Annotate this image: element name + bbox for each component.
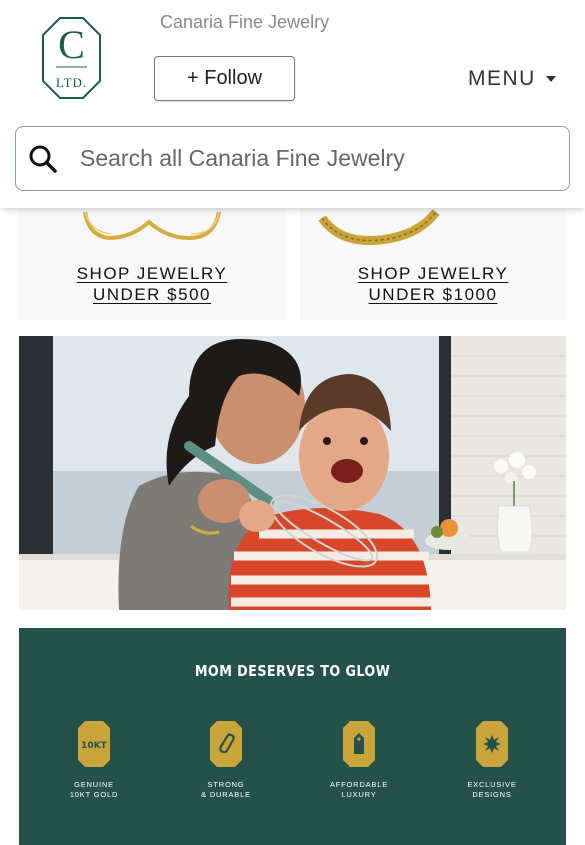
starburst-icon (476, 721, 508, 767)
feature-affordable-luxury: AFFORDABLE LUXURY (304, 720, 414, 800)
tile-label-line2[interactable]: UNDER $1000 (369, 284, 498, 305)
promo-section: MOM DESERVES TO GLOW 10KT GENUINE 10KT G… (19, 628, 566, 845)
caret-down-icon (545, 76, 556, 82)
badge-text: 10KT (81, 741, 107, 751)
search-input[interactable] (80, 145, 569, 172)
price-tag-icon (343, 721, 375, 767)
menu-label: MENU (468, 67, 536, 90)
mother-child-kitchen-image (19, 336, 566, 610)
chain-ring-image (318, 209, 440, 246)
hero-photo[interactable] (19, 336, 566, 610)
brand-name[interactable]: Canaria Fine Jewelry (160, 12, 329, 33)
store-header: C LTD. Canaria Fine Jewelry + Follow MEN… (0, 0, 585, 208)
feature-genuine-gold: 10KT GENUINE 10KT GOLD (39, 720, 149, 800)
feature-label: EXCLUSIVE DESIGNS (467, 780, 517, 799)
logo-letter: C (58, 22, 85, 67)
shop-tile-under-500[interactable]: SHOP JEWELRY UNDER $500 (19, 208, 285, 320)
search-icon[interactable] (28, 144, 58, 174)
tile-label-line1[interactable]: SHOP JEWELRY (358, 263, 509, 284)
brand-logo[interactable]: C LTD. (42, 17, 101, 99)
logo-subtext: LTD. (56, 75, 87, 90)
feature-label: AFFORDABLE LUXURY (329, 780, 388, 799)
feature-label: GENUINE 10KT GOLD (69, 780, 119, 799)
10kt-badge-icon: 10KT (78, 721, 110, 767)
paperclip-icon (210, 721, 242, 767)
tile-label-line1[interactable]: SHOP JEWELRY (77, 263, 228, 284)
tile-label-line2[interactable]: UNDER $500 (93, 284, 211, 305)
follow-button[interactable]: + Follow (154, 56, 295, 101)
feature-strong-durable: STRONG & DURABLE (171, 720, 281, 800)
feature-label: STRONG & DURABLE (201, 780, 251, 799)
ring-image (83, 211, 221, 241)
search-bar[interactable] (15, 126, 570, 191)
feature-exclusive-designs: EXCLUSIVE DESIGNS (437, 720, 547, 800)
promo-title: MOM DESERVES TO GLOW (194, 662, 391, 680)
menu-button[interactable]: MENU (468, 64, 556, 94)
shop-tile-under-1000[interactable]: SHOP JEWELRY UNDER $1000 (300, 208, 566, 320)
